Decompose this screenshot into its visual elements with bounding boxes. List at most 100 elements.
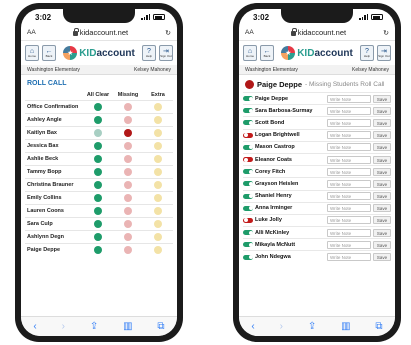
tabs-icon[interactable]: ⧉	[157, 321, 164, 332]
save-button[interactable]: Save	[373, 192, 391, 201]
note-input[interactable]: Write Note	[327, 204, 371, 213]
missing-radio[interactable]	[124, 181, 132, 189]
extra-radio[interactable]	[154, 233, 162, 241]
back-button[interactable]: ← Back	[42, 45, 56, 61]
present-toggle[interactable]	[243, 108, 253, 114]
present-toggle[interactable]	[243, 230, 253, 236]
save-button[interactable]: Save	[373, 118, 391, 127]
all-clear-radio[interactable]	[94, 103, 102, 111]
bookmarks-icon[interactable]: ▥	[341, 321, 350, 332]
reload-icon[interactable]: ↻	[383, 29, 389, 37]
back-nav-icon[interactable]: ‹	[251, 321, 254, 332]
extra-radio[interactable]	[154, 181, 162, 189]
missing-radio[interactable]	[124, 207, 132, 215]
save-button[interactable]: Save	[373, 155, 391, 164]
extra-radio[interactable]	[154, 168, 162, 176]
missing-radio[interactable]	[124, 155, 132, 163]
present-toggle[interactable]	[243, 157, 253, 163]
address-bar[interactable]: AA kidaccount.net ↻	[21, 25, 177, 41]
all-clear-radio[interactable]	[94, 129, 102, 137]
missing-radio[interactable]	[124, 168, 132, 176]
present-toggle[interactable]	[243, 254, 253, 260]
all-clear-radio[interactable]	[94, 181, 102, 189]
share-icon[interactable]: ⇪	[90, 321, 98, 332]
save-button[interactable]: Save	[373, 143, 391, 152]
note-input[interactable]: Write Note	[327, 131, 371, 140]
present-toggle[interactable]	[243, 193, 253, 199]
save-button[interactable]: Save	[373, 228, 391, 237]
help-button[interactable]: ? Help	[359, 45, 374, 61]
extra-radio[interactable]	[154, 129, 162, 137]
all-clear-radio[interactable]	[94, 155, 102, 163]
sign-out-button[interactable]: ⇥ Sign Out	[158, 45, 173, 61]
note-input[interactable]: Write Note	[327, 167, 371, 176]
note-input[interactable]: Write Note	[327, 118, 371, 127]
extra-radio[interactable]	[154, 207, 162, 215]
missing-radio[interactable]	[124, 194, 132, 202]
note-input[interactable]: Write Note	[327, 253, 371, 262]
note-input[interactable]: Write Note	[327, 228, 371, 237]
note-input[interactable]: Write Note	[327, 216, 371, 225]
present-toggle[interactable]	[243, 120, 253, 126]
all-clear-radio[interactable]	[94, 246, 102, 254]
note-input[interactable]: Write Note	[327, 240, 371, 249]
present-toggle[interactable]	[243, 132, 253, 138]
all-clear-radio[interactable]	[94, 194, 102, 202]
note-input[interactable]: Write Note	[327, 192, 371, 201]
save-button[interactable]: Save	[373, 204, 391, 213]
missing-radio[interactable]	[124, 129, 132, 137]
all-clear-radio[interactable]	[94, 142, 102, 150]
forward-nav-icon[interactable]: ›	[62, 321, 65, 332]
back-nav-icon[interactable]: ‹	[33, 321, 36, 332]
tabs-icon[interactable]: ⧉	[375, 321, 382, 332]
extra-radio[interactable]	[154, 155, 162, 163]
url-text[interactable]: kidaccount.net	[80, 28, 128, 37]
share-icon[interactable]: ⇪	[308, 321, 316, 332]
all-clear-radio[interactable]	[94, 207, 102, 215]
note-input[interactable]: Write Note	[327, 155, 371, 164]
present-toggle[interactable]	[243, 96, 253, 102]
extra-radio[interactable]	[154, 116, 162, 124]
url-text[interactable]: kidaccount.net	[298, 28, 346, 37]
back-button[interactable]: ← Back	[260, 45, 274, 61]
all-clear-radio[interactable]	[94, 220, 102, 228]
missing-radio[interactable]	[124, 142, 132, 150]
present-toggle[interactable]	[243, 217, 253, 223]
save-button[interactable]: Save	[373, 179, 391, 188]
missing-radio[interactable]	[124, 233, 132, 241]
bookmarks-icon[interactable]: ▥	[123, 321, 132, 332]
extra-radio[interactable]	[154, 246, 162, 254]
save-button[interactable]: Save	[373, 167, 391, 176]
save-button[interactable]: Save	[373, 240, 391, 249]
present-toggle[interactable]	[243, 242, 253, 248]
sign-out-button[interactable]: ⇥ Sign Out	[376, 45, 391, 61]
reload-icon[interactable]: ↻	[165, 29, 171, 37]
note-input[interactable]: Write Note	[327, 143, 371, 152]
extra-radio[interactable]	[154, 220, 162, 228]
note-input[interactable]: Write Note	[327, 179, 371, 188]
address-bar[interactable]: AA kidaccount.net ↻	[239, 25, 395, 41]
present-toggle[interactable]	[243, 205, 253, 211]
missing-radio[interactable]	[124, 103, 132, 111]
save-button[interactable]: Save	[373, 253, 391, 262]
forward-nav-icon[interactable]: ›	[280, 321, 283, 332]
present-toggle[interactable]	[243, 144, 253, 150]
save-button[interactable]: Save	[373, 94, 391, 103]
all-clear-radio[interactable]	[94, 233, 102, 241]
present-toggle[interactable]	[243, 181, 253, 187]
help-button[interactable]: ? Help	[141, 45, 156, 61]
all-clear-radio[interactable]	[94, 168, 102, 176]
save-button[interactable]: Save	[373, 131, 391, 140]
missing-radio[interactable]	[124, 246, 132, 254]
extra-radio[interactable]	[154, 142, 162, 150]
extra-radio[interactable]	[154, 194, 162, 202]
text-size-button[interactable]: AA	[27, 29, 36, 36]
all-clear-radio[interactable]	[94, 116, 102, 124]
extra-radio[interactable]	[154, 103, 162, 111]
save-button[interactable]: Save	[373, 106, 391, 115]
home-button[interactable]: ⌂ Home	[25, 45, 39, 61]
missing-radio[interactable]	[124, 116, 132, 124]
text-size-button[interactable]: AA	[245, 29, 254, 36]
missing-radio[interactable]	[124, 220, 132, 228]
home-button[interactable]: ⌂ Home	[243, 45, 257, 61]
